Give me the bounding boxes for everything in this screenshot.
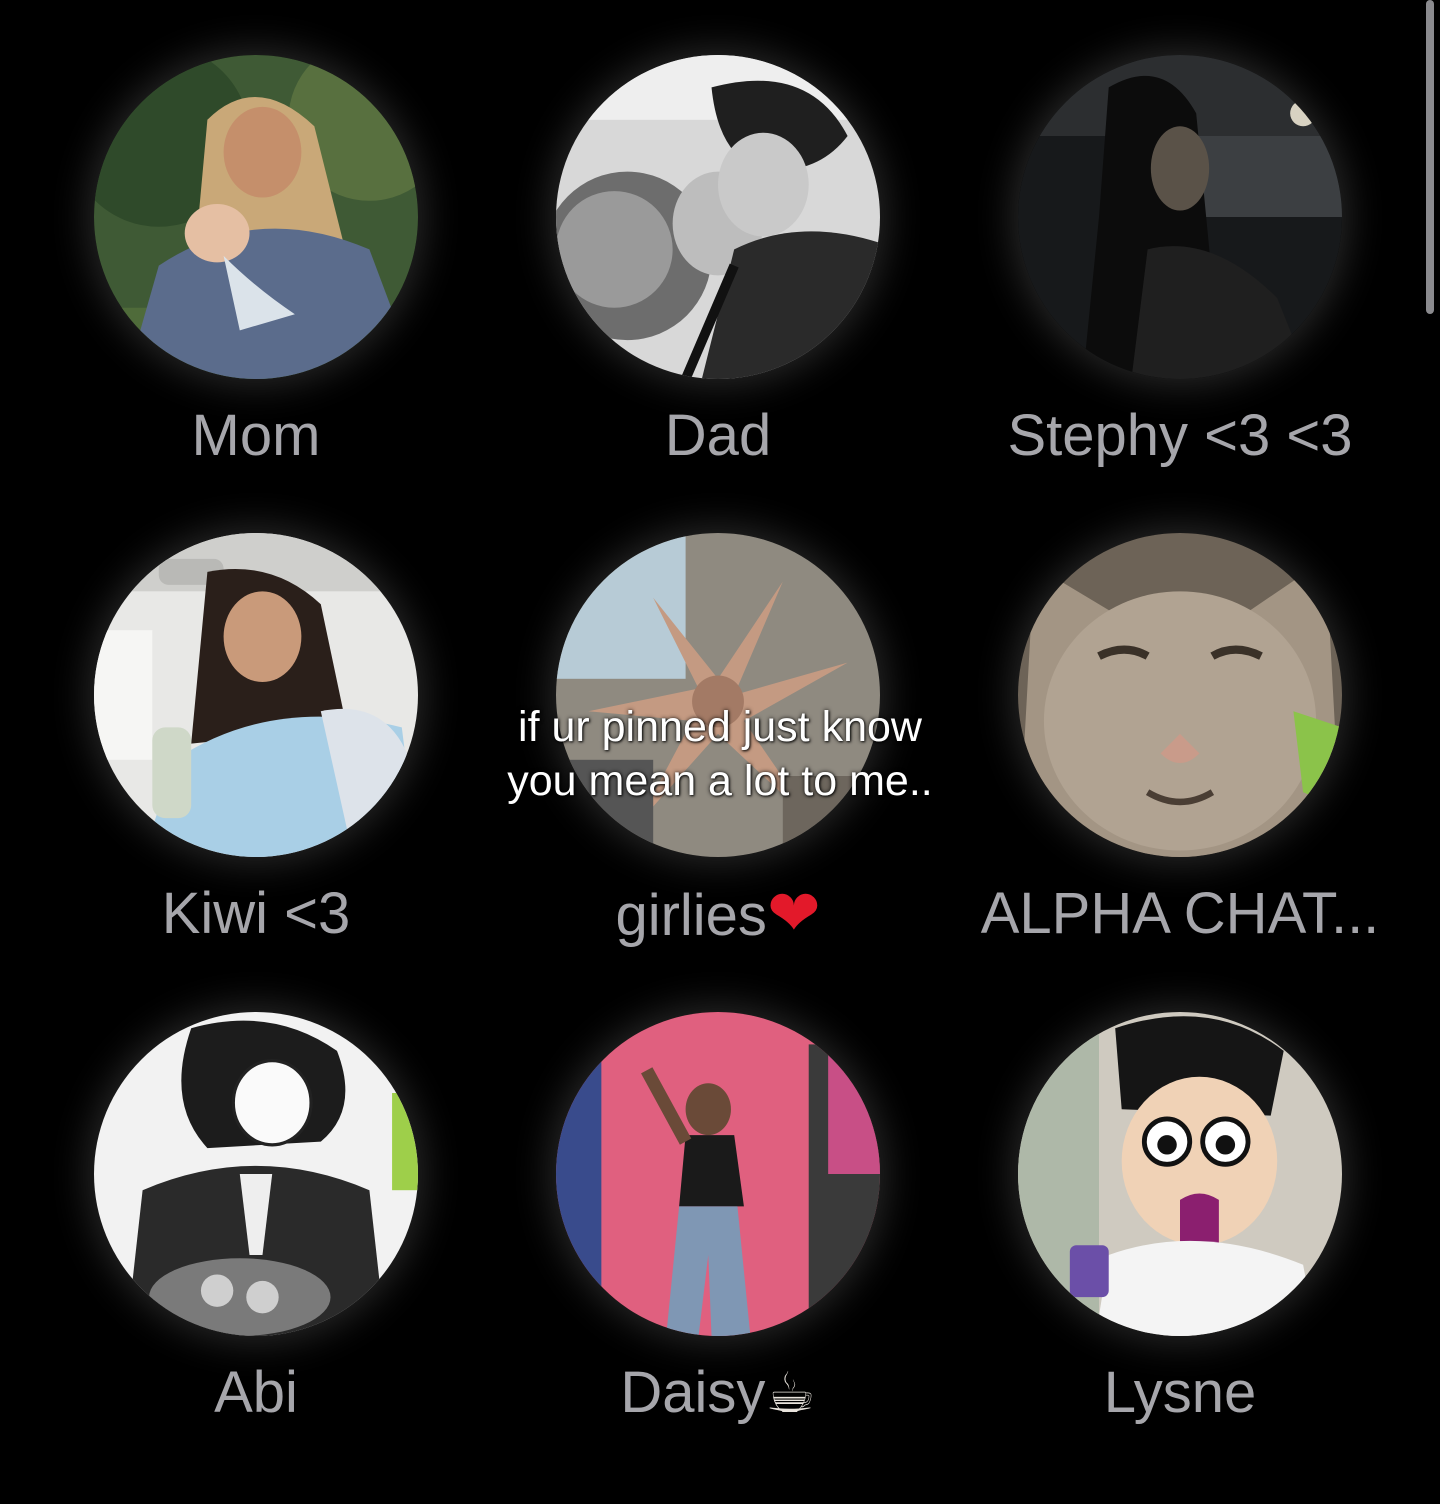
contact-name: Mom <box>191 403 321 468</box>
overlay-caption-line: you mean a lot to me.. <box>507 757 933 805</box>
pinned-contact-stephy[interactable]: Stephy <3 <3 <box>948 55 1408 515</box>
contact-name: Lysne <box>1103 1360 1257 1425</box>
contact-name: ALPHA CHAT... <box>980 881 1380 946</box>
girl-in-car-night-photo-icon <box>1018 55 1342 379</box>
couple-kissing-bw-photo-icon <box>556 55 880 379</box>
overlay-caption: if ur pinned just know you mean a lot to… <box>420 700 1020 808</box>
pinned-contact-daisy[interactable]: Daisy☕ <box>486 1012 946 1472</box>
contact-name: Abi <box>214 1360 298 1425</box>
red-heart-icon: ❤ <box>766 877 821 951</box>
contact-name: girlies❤ <box>615 877 821 951</box>
coffee-cup-icon: ☕ <box>765 1361 816 1426</box>
contact-name: Daisy☕ <box>620 1360 816 1426</box>
pinned-contact-lysne[interactable]: Lysne <box>948 1012 1408 1472</box>
overlay-caption-line: if ur pinned just know <box>518 703 922 751</box>
girl-posing-pink-wall-photo-icon <box>556 1012 880 1336</box>
pinned-contact-abi[interactable]: Abi <box>24 1012 484 1472</box>
pinned-contact-kiwi[interactable]: Kiwi <3 <box>24 533 484 993</box>
pinned-contact-dad[interactable]: Dad <box>486 55 946 515</box>
girl-laughing-in-car-photo-icon <box>94 533 418 857</box>
anime-character-shocked-icon <box>1018 1012 1342 1336</box>
cat-face-photo-icon <box>1018 533 1342 857</box>
pinned-contact-mom[interactable]: Mom <box>24 55 484 515</box>
manga-character-flowers-icon <box>94 1012 418 1336</box>
hands-star-shape-photo-icon <box>556 533 880 857</box>
scrollbar[interactable] <box>1426 0 1434 314</box>
contact-name: Kiwi <3 <box>161 881 351 946</box>
contact-name: Stephy <3 <3 <box>1007 403 1353 468</box>
contact-name: Dad <box>664 403 772 468</box>
mother-holding-baby-photo-icon <box>94 55 418 379</box>
